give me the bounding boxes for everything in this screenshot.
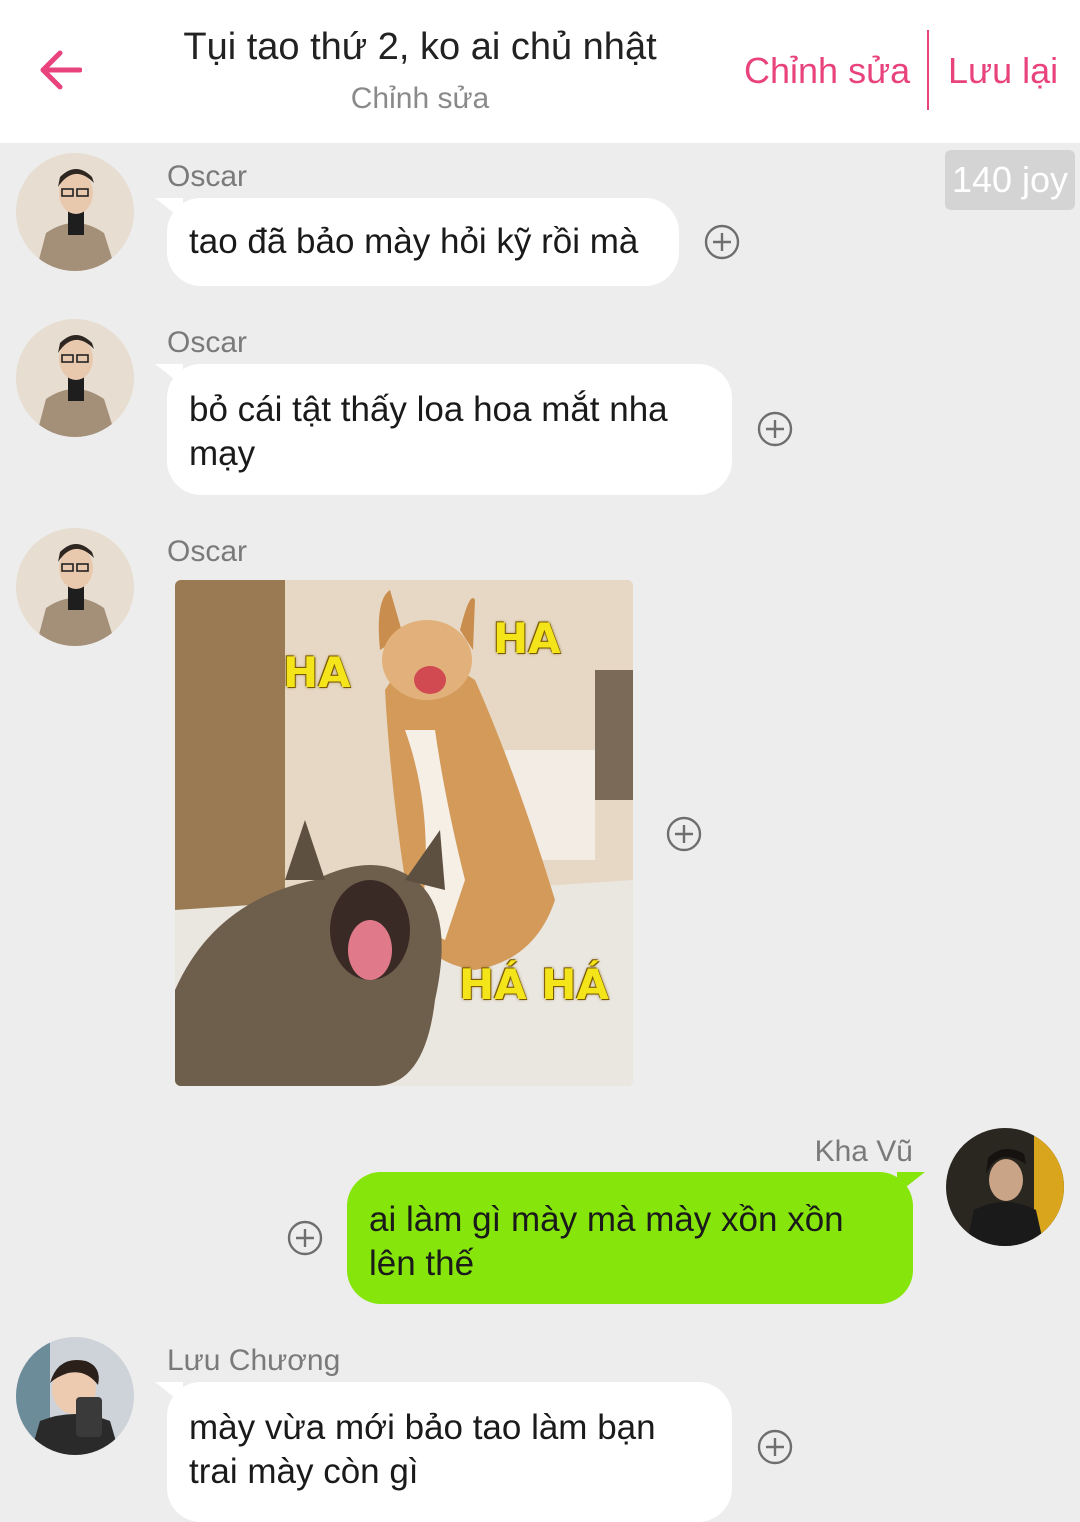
laughing-cats-meme-image bbox=[175, 580, 633, 1086]
sender-name: Oscar bbox=[167, 326, 248, 359]
sender-name: Lưu Chương bbox=[167, 1344, 341, 1377]
message-text: mày vừa mới bảo tao làm bạn trai mày còn… bbox=[189, 1408, 656, 1491]
message-bubble[interactable]: bỏ cái tật thấy loa hoa mắt nha mạy bbox=[155, 364, 732, 495]
joy-badge: 140 joy bbox=[945, 150, 1075, 210]
message-bubble[interactable]: mày vừa mới bảo tao làm bạn trai mày còn… bbox=[155, 1382, 732, 1522]
avatar-oscar[interactable] bbox=[16, 528, 134, 646]
message-text: ai làm gì mày mà mày xồn xồn lên thế bbox=[369, 1200, 844, 1283]
plus-circle-icon bbox=[666, 816, 702, 852]
add-reaction-button[interactable] bbox=[287, 1220, 323, 1256]
message-text: tao đã bảo mày hỏi kỹ rồi mà bbox=[189, 222, 639, 261]
chat-header: Tụi tao thứ 2, ko ai chủ nhật Chỉnh sửa … bbox=[0, 0, 1080, 143]
chat-subtitle: Chỉnh sửa bbox=[350, 82, 490, 115]
plus-circle-icon bbox=[757, 1429, 793, 1465]
plus-circle-icon bbox=[287, 1220, 323, 1256]
add-reaction-button[interactable] bbox=[704, 224, 740, 260]
save-button[interactable]: Lưu lại bbox=[948, 50, 1058, 92]
avatar-kha-vu[interactable] bbox=[946, 1128, 1064, 1246]
message-text: bỏ cái tật thấy loa hoa mắt nha mạy bbox=[189, 390, 668, 473]
avatar-oscar[interactable] bbox=[16, 153, 134, 271]
add-reaction-button[interactable] bbox=[757, 1429, 793, 1465]
edit-button[interactable]: Chỉnh sửa bbox=[744, 50, 910, 92]
plus-circle-icon bbox=[757, 411, 793, 447]
sender-name: Kha Vũ bbox=[814, 1135, 913, 1168]
header-divider bbox=[927, 30, 929, 110]
meme-caption: HÁ HÁ bbox=[459, 960, 609, 1009]
message-bubble[interactable]: ai làm gì mày mà mày xồn xồn lên thế bbox=[347, 1172, 925, 1304]
plus-circle-icon bbox=[704, 224, 740, 260]
add-reaction-button[interactable] bbox=[666, 816, 702, 852]
add-reaction-button[interactable] bbox=[757, 411, 793, 447]
message-bubble[interactable]: tao đã bảo mày hỏi kỹ rồi mà bbox=[155, 198, 679, 286]
avatar-luu-chuong[interactable] bbox=[16, 1337, 134, 1455]
sender-name: Oscar bbox=[167, 535, 248, 568]
meme-caption: HA bbox=[283, 648, 351, 697]
sender-name: Oscar bbox=[167, 160, 248, 193]
avatar-oscar[interactable] bbox=[16, 319, 134, 437]
back-button[interactable] bbox=[30, 40, 90, 100]
meme-caption: HA bbox=[493, 614, 561, 663]
chat-title: Tụi tao thứ 2, ko ai chủ nhật bbox=[183, 26, 657, 68]
image-message[interactable]: HA HA HÁ HÁ bbox=[175, 580, 633, 1086]
arrow-left-icon bbox=[40, 50, 82, 90]
